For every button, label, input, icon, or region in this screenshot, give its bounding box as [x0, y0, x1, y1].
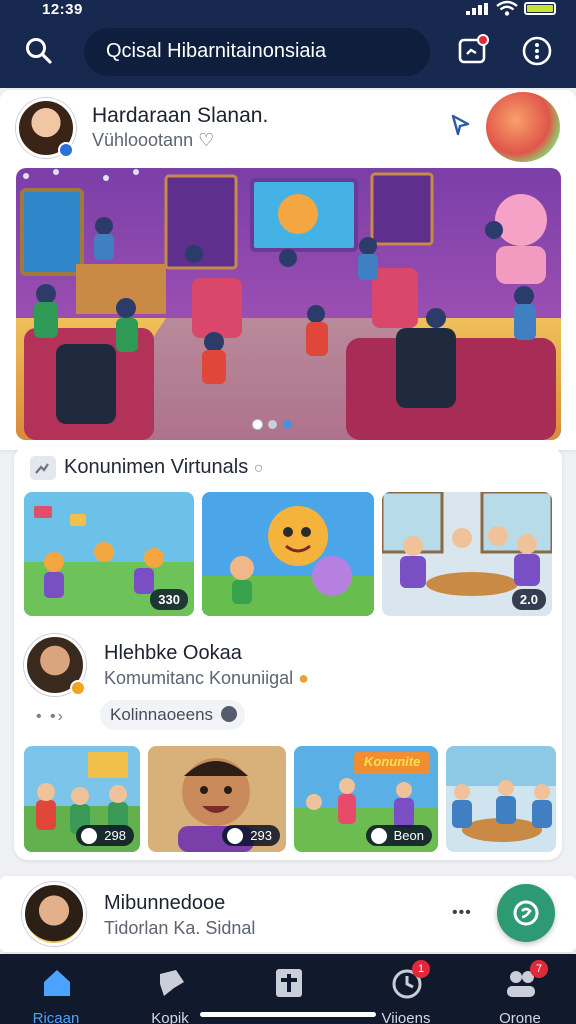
community-section-card: Konunimen Virtunals ○ 330 2.0 Hlehbke Oo… — [14, 446, 562, 860]
nav-home[interactable]: Ricaan — [8, 962, 104, 1024]
status-time: 12:39 — [42, 1, 83, 18]
member-count: 298 — [76, 825, 134, 846]
verified-icon — [58, 142, 74, 158]
heart-icon: ♡ — [198, 130, 215, 150]
badge-icon — [70, 680, 86, 696]
filter-chip[interactable]: Kolinnaoeens — [100, 700, 246, 730]
community-thumb[interactable] — [202, 492, 374, 616]
community-thumb[interactable]: 2.0 — [382, 492, 552, 616]
notification-badge: 1 — [412, 960, 430, 978]
post-author-name[interactable]: Hardaraan Slanan. — [92, 104, 268, 128]
member-count: 2.0 — [511, 589, 546, 610]
tag-icon — [160, 970, 184, 996]
book-icon — [276, 969, 302, 997]
more-horiz-icon[interactable]: ••• — [452, 904, 472, 922]
status-bar: 12:39 — [0, 0, 576, 24]
nav-people[interactable]: 7 Orone — [472, 960, 568, 1024]
post-card: Hardaraan Slanan. Vühloootann ♡ — [0, 90, 576, 450]
chevron-down-icon — [221, 706, 238, 722]
chat-icon[interactable] — [455, 34, 489, 68]
sticker-icon[interactable] — [486, 92, 560, 162]
post-image[interactable] — [16, 168, 561, 440]
image-icon — [30, 456, 56, 480]
emoji-icon: ● — [298, 668, 309, 688]
signal-icon — [466, 3, 488, 15]
notification-badge: 7 — [530, 960, 548, 978]
member-subtitle: Komumitanc Konuniigal ● — [104, 668, 309, 688]
post-author-subtitle: Vühloootann ♡ — [92, 130, 215, 150]
avatar[interactable] — [22, 882, 86, 946]
section-title[interactable]: Konunimen Virtunals ○ — [64, 456, 263, 479]
profile-subtitle: Tidorlan Ka. Sidnal — [104, 918, 256, 938]
chevron-icon: ○ — [253, 460, 264, 477]
pin-icon[interactable] — [446, 112, 472, 138]
community-thumb[interactable] — [446, 746, 556, 852]
community-thumb[interactable]: 298 — [24, 746, 140, 852]
compose-button[interactable] — [497, 884, 555, 942]
app-header: Qcisal Hibarnitainonsiaia — [0, 24, 576, 95]
community-thumb[interactable]: 330 — [24, 492, 194, 616]
search-input[interactable]: Qcisal Hibarnitainonsiaia — [84, 28, 430, 76]
profile-name[interactable]: Mibunnedooe — [104, 892, 225, 915]
nav-home-label: Ricaan — [32, 1010, 80, 1024]
member-name[interactable]: Hlehbke Ookaa — [104, 642, 242, 665]
nav-people-label: Orone — [499, 1010, 541, 1024]
member-count: Beon — [365, 825, 432, 846]
chat-bubble-icon — [513, 900, 539, 926]
profile-bar: Mibunnedooe Tidorlan Ka. Sidnal ••• — [0, 876, 576, 952]
battery-icon — [524, 2, 556, 15]
member-count: 293 — [222, 825, 280, 846]
home-icon — [44, 970, 70, 996]
member-count: 330 — [150, 589, 188, 610]
dots-icon[interactable]: • •› — [36, 708, 65, 726]
banner-text: Konunite — [364, 754, 421, 769]
community-thumb[interactable]: 293 — [148, 746, 286, 852]
carousel-dots[interactable] — [253, 420, 292, 429]
community-thumb[interactable]: Konunite Beon — [294, 746, 438, 852]
home-indicator — [200, 1012, 376, 1017]
search-icon[interactable] — [22, 34, 56, 68]
more-icon[interactable] — [520, 34, 554, 68]
wifi-icon — [496, 0, 518, 16]
notification-badge — [477, 34, 489, 46]
